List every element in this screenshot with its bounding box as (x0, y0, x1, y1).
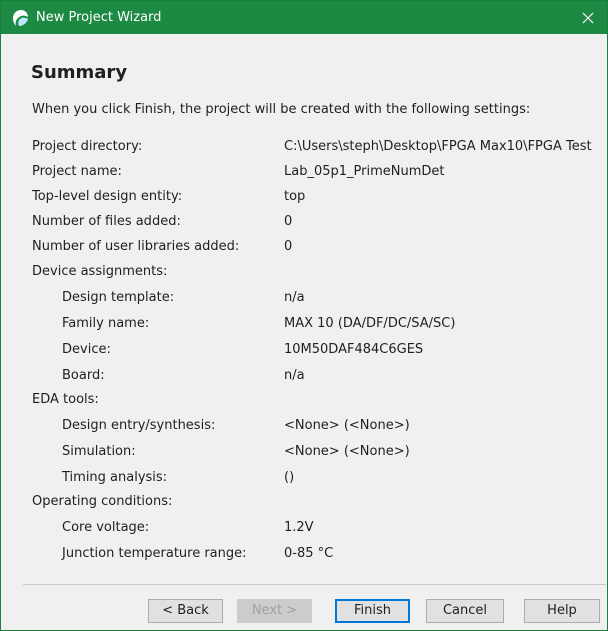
summary-intro-text: When you click Finish, the project will … (32, 102, 531, 117)
section-label: Operating conditions: (32, 494, 173, 509)
setting-label: Top-level design entity: (32, 189, 183, 204)
setting-value: () (284, 470, 295, 485)
setting-value: 10M50DAF484C6GES (284, 342, 424, 357)
section-device-assignments: Device assignments: (1, 263, 607, 281)
setting-value: 1.2V (284, 520, 314, 535)
setting-row-family-name: Family name: MAX 10 (DA/DF/DC/SA/SC) (1, 315, 607, 333)
setting-value: 0-85 °C (284, 546, 334, 561)
setting-value: MAX 10 (DA/DF/DC/SA/SC) (284, 316, 456, 331)
setting-label: Junction temperature range: (62, 546, 247, 561)
next-button[interactable]: Next > (237, 599, 312, 623)
setting-label: Number of user libraries added: (32, 239, 240, 254)
setting-row-design-entry: Design entry/synthesis: <None> (<None>) (1, 417, 607, 435)
setting-value: n/a (284, 368, 305, 383)
setting-label: Board: (62, 368, 105, 383)
setting-row-board: Board: n/a (1, 367, 607, 385)
setting-label: Project directory: (32, 139, 143, 154)
section-label: EDA tools: (32, 392, 99, 407)
setting-label: Design template: (62, 290, 175, 305)
setting-row-user-libraries: Number of user libraries added: 0 (1, 238, 607, 256)
setting-label: Project name: (32, 164, 122, 179)
title-bar: New Project Wizard (1, 1, 607, 34)
new-project-wizard-window: New Project Wizard Summary When you clic… (0, 0, 608, 631)
finish-button[interactable]: Finish (335, 599, 410, 623)
window-title: New Project Wizard (36, 10, 162, 25)
page-heading: Summary (31, 62, 128, 83)
cancel-button[interactable]: Cancel (426, 599, 504, 623)
setting-value: C:\Users\steph\Desktop\FPGA Max10\FPGA T… (284, 139, 592, 154)
setting-label: Timing analysis: (62, 470, 168, 485)
setting-label: Core voltage: (62, 520, 150, 535)
setting-label: Number of files added: (32, 214, 181, 229)
setting-value: top (284, 189, 306, 204)
setting-label: Simulation: (62, 444, 136, 459)
section-operating-conditions: Operating conditions: (1, 493, 607, 511)
close-button[interactable] (569, 1, 607, 34)
setting-row-top-level-entity: Top-level design entity: top (1, 188, 607, 206)
setting-row-simulation: Simulation: <None> (<None>) (1, 443, 607, 461)
setting-row-project-directory: Project directory: C:\Users\steph\Deskto… (1, 138, 607, 156)
section-eda-tools: EDA tools: (1, 391, 607, 409)
setting-label: Design entry/synthesis: (62, 418, 216, 433)
button-area-divider (23, 584, 606, 585)
setting-row-project-name: Project name: Lab_05p1_PrimeNumDet (1, 163, 607, 181)
section-label: Device assignments: (32, 264, 168, 279)
setting-row-device: Device: 10M50DAF484C6GES (1, 341, 607, 359)
setting-row-files-added: Number of files added: 0 (1, 213, 607, 231)
setting-row-junction-temperature: Junction temperature range: 0-85 °C (1, 545, 607, 563)
setting-label: Device: (62, 342, 111, 357)
setting-row-timing-analysis: Timing analysis: () (1, 469, 607, 487)
setting-row-core-voltage: Core voltage: 1.2V (1, 519, 607, 537)
setting-value: <None> (<None>) (284, 444, 410, 459)
setting-value: n/a (284, 290, 305, 305)
quartus-app-icon (13, 10, 28, 26)
setting-value: 0 (284, 239, 293, 254)
close-icon (582, 12, 594, 23)
setting-value: 0 (284, 214, 293, 229)
setting-row-design-template: Design template: n/a (1, 289, 607, 307)
back-button[interactable]: < Back (148, 599, 223, 623)
setting-value: Lab_05p1_PrimeNumDet (284, 164, 445, 179)
help-button[interactable]: Help (524, 599, 600, 623)
setting-value: <None> (<None>) (284, 418, 410, 433)
setting-label: Family name: (62, 316, 150, 331)
